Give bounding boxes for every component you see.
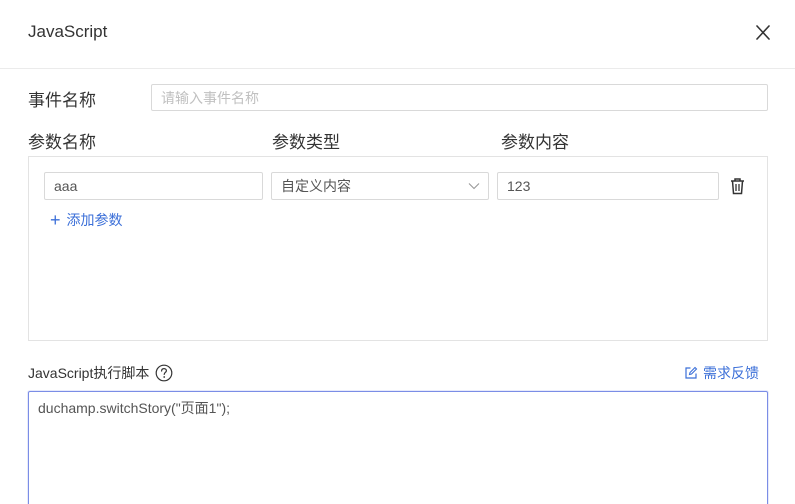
edit-icon	[685, 366, 698, 379]
param-type-value: 自定义内容	[281, 178, 351, 194]
dialog-header: JavaScript	[0, 0, 795, 69]
param-content-input[interactable]: 123	[497, 172, 719, 200]
param-name-input[interactable]: aaa	[44, 172, 263, 200]
event-name-label: 事件名称	[28, 91, 96, 110]
script-label: JavaScript执行脚本	[28, 365, 150, 381]
param-content-header: 参数内容	[501, 133, 569, 152]
param-type-select[interactable]: 自定义内容	[271, 172, 489, 200]
param-name-header: 参数名称	[28, 133, 96, 152]
param-type-header: 参数类型	[272, 133, 340, 152]
close-button[interactable]	[752, 22, 774, 44]
dialog-title: JavaScript	[28, 22, 108, 41]
event-name-input[interactable]	[151, 84, 768, 111]
add-param-label: 添加参数	[66, 212, 123, 228]
script-label-row: JavaScript执行脚本	[28, 363, 173, 383]
feedback-label: 需求反馈	[703, 365, 759, 381]
close-icon	[756, 25, 770, 40]
script-editor[interactable]: duchamp.switchStory("页面1");	[28, 391, 768, 504]
feedback-link[interactable]: 需求反馈	[684, 363, 759, 383]
plus-icon: +	[50, 210, 61, 230]
chevron-down-icon	[468, 183, 480, 190]
trash-icon[interactable]	[729, 177, 746, 195]
help-icon[interactable]	[155, 364, 173, 382]
add-param-button[interactable]: + 添加参数	[50, 210, 123, 230]
